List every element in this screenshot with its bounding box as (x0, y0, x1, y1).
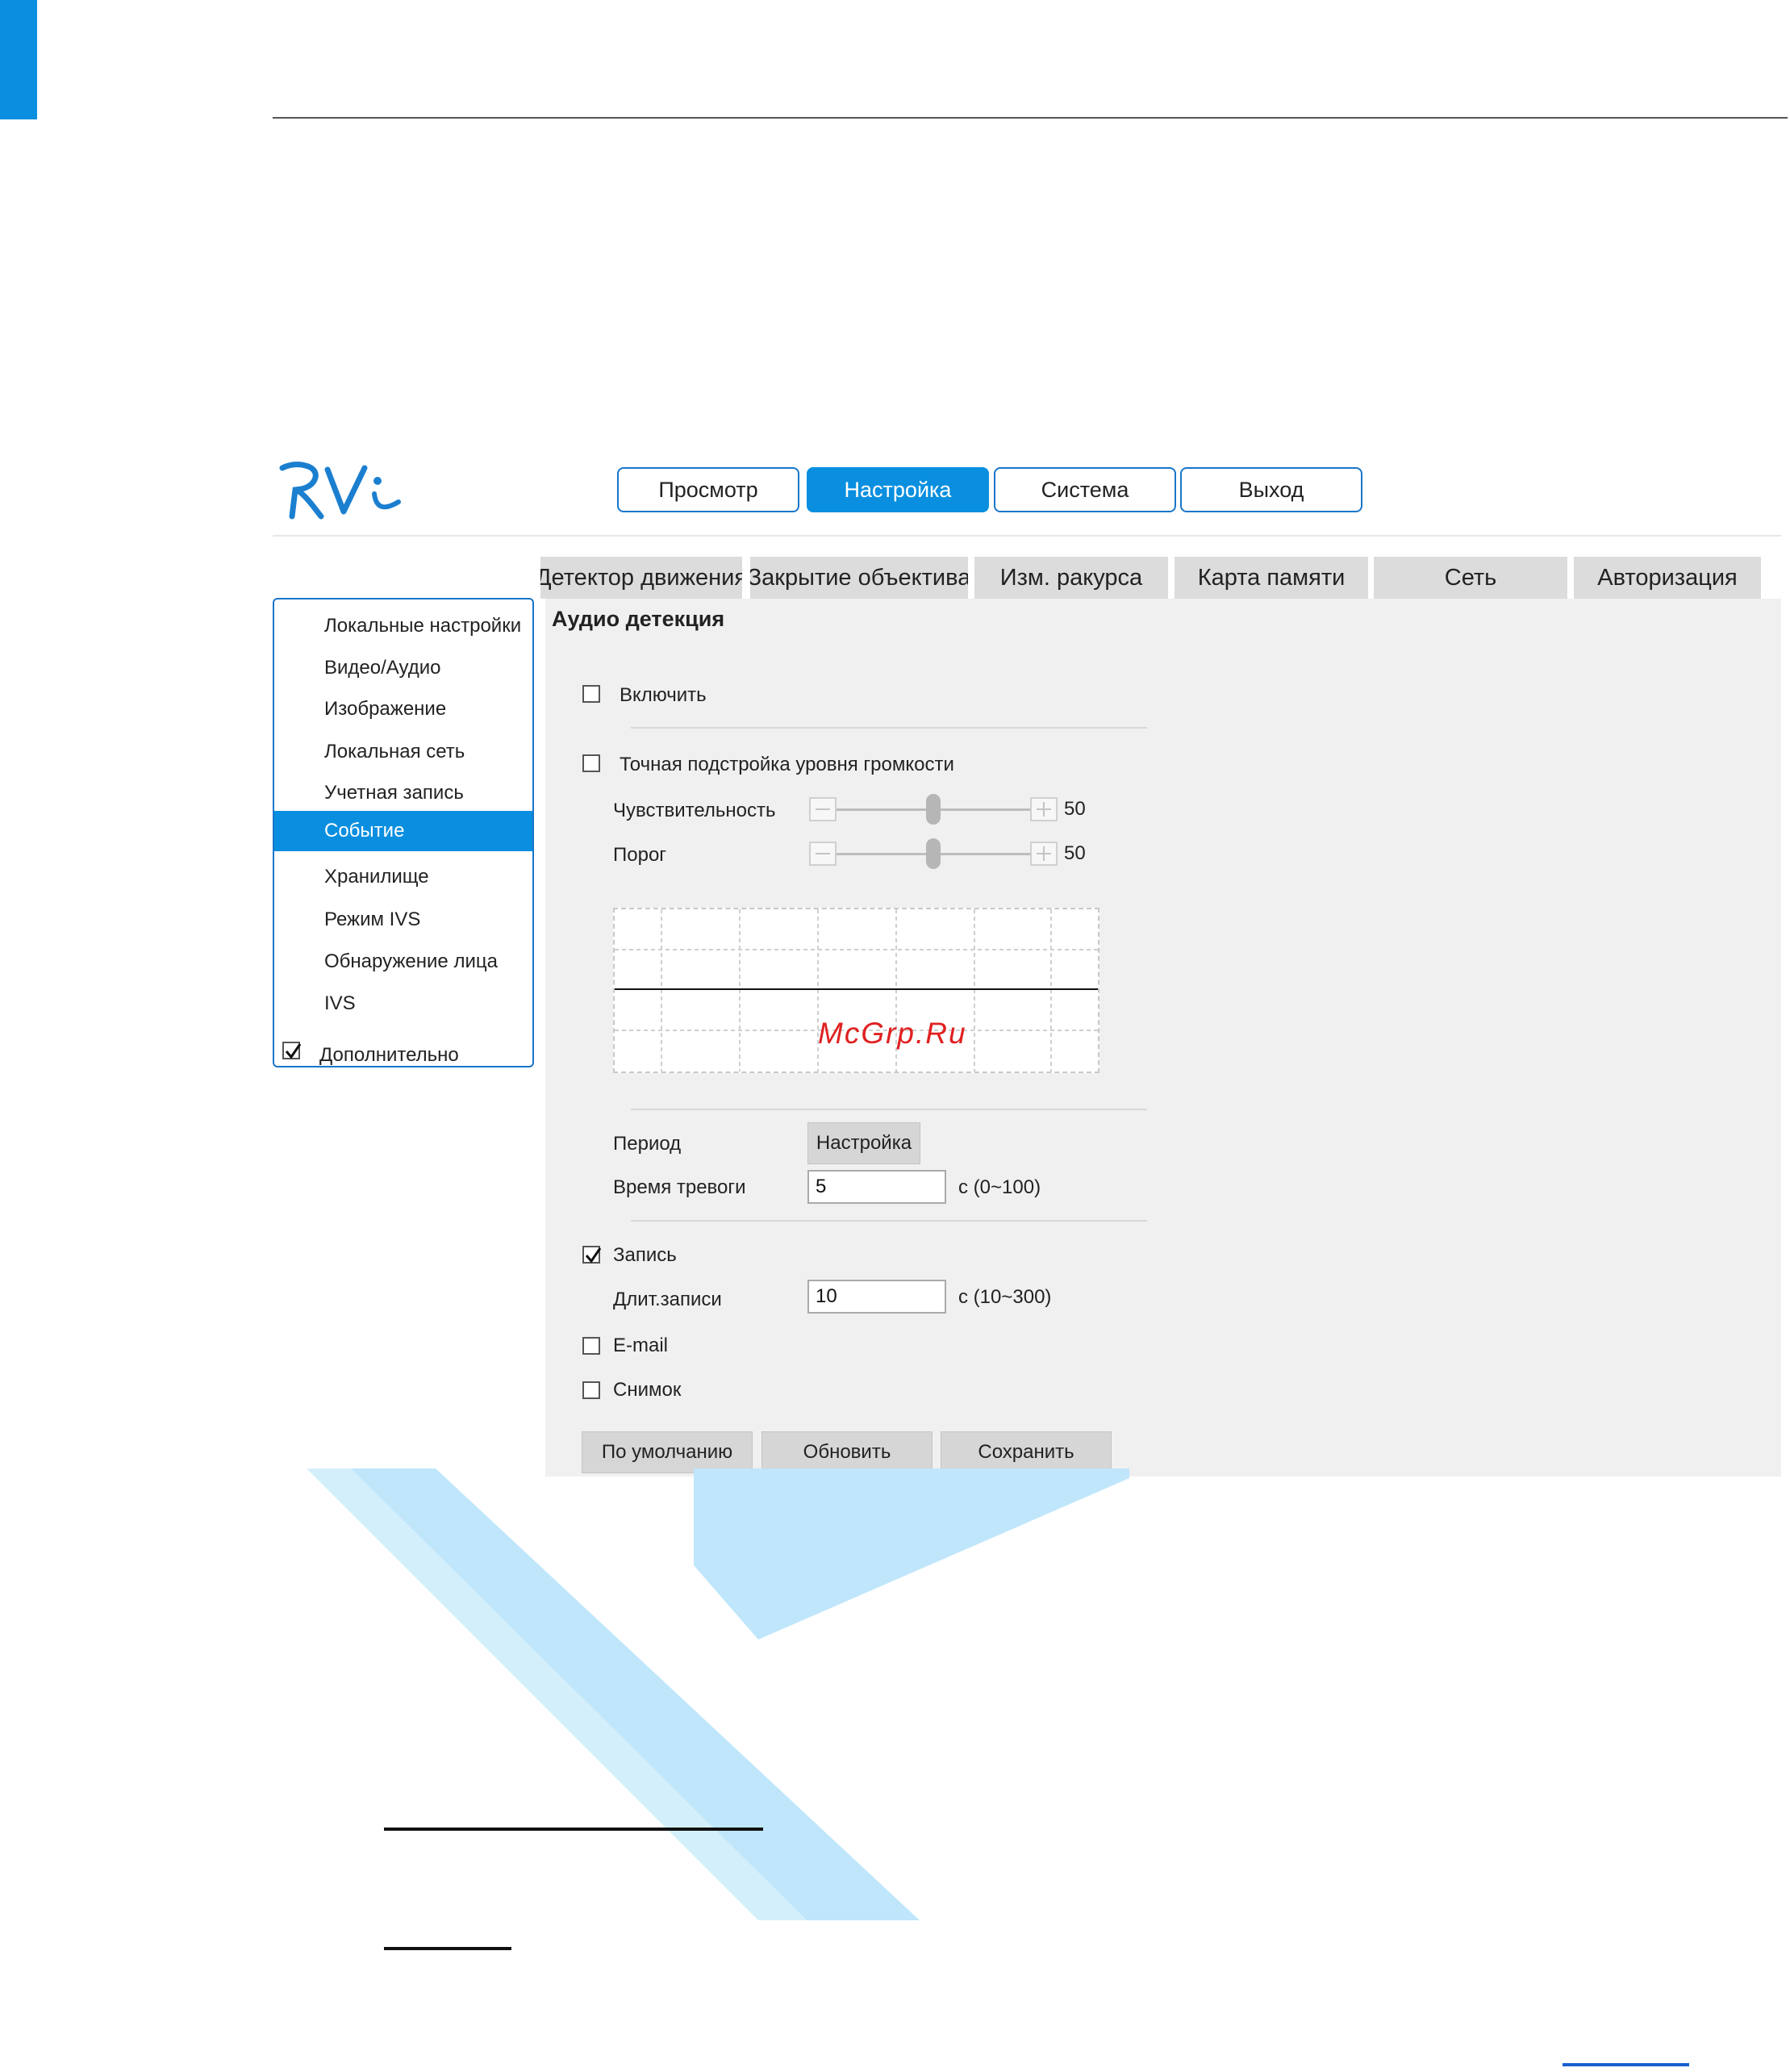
alarm-time-label: Время тревоги (613, 1176, 746, 1198)
fine-tune-label: Точная подстройка уровня громкости (620, 754, 954, 775)
default-button[interactable]: По умолчанию (582, 1431, 753, 1473)
record-duration-input[interactable] (807, 1280, 946, 1314)
threshold-slider-thumb[interactable] (926, 838, 941, 869)
threshold-label: Порог (613, 844, 667, 866)
sensitivity-value: 50 (1064, 798, 1086, 820)
checkmark-icon (585, 1247, 602, 1264)
snapshot-label: Снимок (613, 1379, 682, 1401)
sensitivity-minus-button[interactable] (809, 797, 837, 821)
text-underline (384, 1828, 763, 1831)
threshold-plus-button[interactable] (1030, 842, 1058, 866)
plus-icon (1037, 846, 1051, 861)
nav-view-button[interactable]: Просмотр (617, 467, 799, 512)
nav-logout-button[interactable]: Выход (1180, 467, 1362, 512)
alarm-time-hint: с (0~100) (958, 1176, 1041, 1198)
sensitivity-plus-button[interactable] (1030, 797, 1058, 821)
sidebar-item-storage[interactable]: Хранилище (274, 857, 532, 897)
email-checkbox[interactable] (582, 1337, 600, 1355)
sensitivity-slider-thumb[interactable] (926, 794, 941, 825)
minus-icon (816, 808, 830, 810)
sidebar-item-account[interactable]: Учетная запись (274, 773, 532, 813)
record-duration-hint: с (10~300) (958, 1286, 1052, 1308)
sidebar-item-image[interactable]: Изображение (274, 689, 532, 729)
period-label: Период (613, 1133, 682, 1155)
sidebar-item-ivs-mode[interactable]: Режим IVS (274, 900, 532, 940)
tab-authorization[interactable]: Авторизация (1574, 557, 1761, 599)
sidebar-item-local-network[interactable]: Локальная сеть (274, 732, 532, 772)
section-divider (631, 727, 1147, 729)
record-duration-label: Длит.записи (613, 1289, 722, 1310)
minus-icon (816, 853, 830, 854)
period-setup-button[interactable]: Настройка (807, 1122, 920, 1164)
fine-tune-checkbox[interactable] (582, 754, 600, 772)
settings-sidebar: Локальные настройки Видео/Аудио Изображе… (273, 598, 534, 1067)
link-underline (1563, 2063, 1689, 2066)
sidebar-item-event[interactable]: Событие (274, 811, 532, 851)
section-divider (631, 1220, 1147, 1222)
nav-settings-button[interactable]: Настройка (807, 467, 989, 512)
alarm-time-input[interactable] (807, 1170, 946, 1204)
sensitivity-label: Чувствительность (613, 800, 776, 821)
record-label: Запись (613, 1244, 677, 1266)
sidebar-item-ivs[interactable]: IVS (274, 984, 532, 1024)
tab-network[interactable]: Сеть (1374, 557, 1567, 599)
refresh-button[interactable]: Обновить (761, 1431, 933, 1473)
watermark-k-shape (307, 1468, 1129, 1920)
email-label: E-mail (613, 1335, 669, 1356)
tab-memory-card[interactable]: Карта памяти (1175, 557, 1368, 599)
threshold-minus-button[interactable] (809, 842, 837, 866)
snapshot-checkbox[interactable] (582, 1381, 600, 1399)
watermark-text: McGrp.Ru (818, 1017, 967, 1050)
advanced-label: Дополнительно (319, 1044, 459, 1066)
advanced-checkbox[interactable] (282, 1042, 302, 1059)
enable-label: Включить (620, 684, 707, 706)
checkmark-icon (285, 1043, 302, 1059)
text-underline (384, 1947, 511, 1950)
nav-system-button[interactable]: Система (994, 467, 1176, 512)
tab-motion-detection[interactable]: Детектор движения (540, 557, 742, 599)
tab-lens-cover[interactable]: Закрытие объектива (750, 557, 968, 599)
sidebar-item-video-audio[interactable]: Видео/Аудио (274, 648, 532, 688)
header-divider (273, 535, 1781, 537)
sidebar-item-local-settings[interactable]: Локальные настройки (274, 606, 532, 646)
rvi-logo (279, 462, 401, 520)
record-checkbox[interactable] (582, 1246, 602, 1264)
section-divider (631, 1109, 1147, 1110)
page-top-rule (273, 117, 1788, 119)
threshold-value: 50 (1064, 842, 1086, 864)
enable-checkbox[interactable] (582, 685, 600, 703)
tab-scene-change[interactable]: Изм. ракурса (974, 557, 1168, 599)
sidebar-item-face-detection[interactable]: Обнаружение лица (274, 942, 532, 982)
plus-icon (1037, 802, 1051, 817)
save-button[interactable]: Сохранить (941, 1431, 1112, 1473)
page-title: Аудио детекция (552, 607, 725, 631)
page-accent-bar (0, 0, 37, 119)
